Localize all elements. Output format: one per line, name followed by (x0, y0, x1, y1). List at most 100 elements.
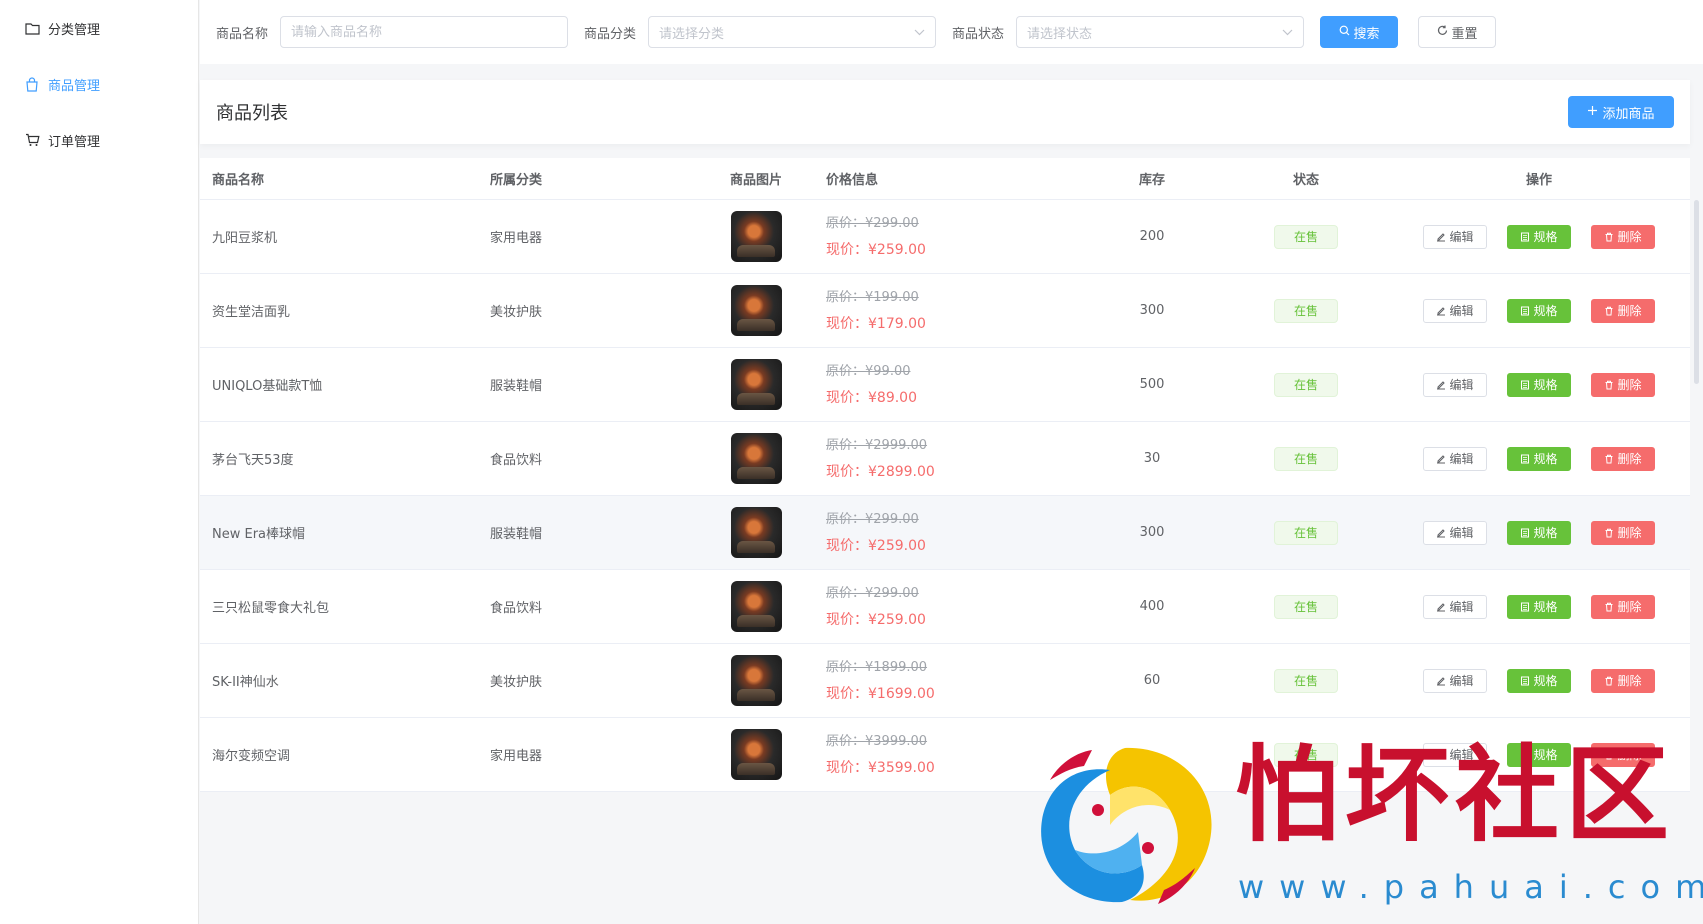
table-scrollbar[interactable] (1694, 200, 1699, 384)
delete-button[interactable]: 删除 (1591, 372, 1655, 397)
product-stock: 300 (1139, 525, 1165, 540)
product-thumbnail[interactable] (730, 359, 782, 410)
table-row[interactable]: 茅台飞天53度 食品饮料 原价：¥2999.00 现价：¥2899.00 30 … (200, 422, 1690, 496)
product-image-cell (698, 729, 814, 780)
edit-button[interactable]: 编辑 (1423, 298, 1487, 323)
sidebar: 分类管理 商品管理 订单管理 (0, 0, 199, 924)
product-category: 食品饮料 (490, 453, 543, 468)
watermark-url: www.pahuai.com (1238, 868, 1703, 906)
edit-icon (1436, 676, 1446, 686)
sidebar-item-label: 分类管理 (48, 22, 101, 38)
product-thumbnail[interactable] (730, 581, 782, 632)
product-name: 海尔变频空调 (212, 749, 291, 764)
sidebar-item-product[interactable]: 商品管理 (0, 56, 198, 112)
product-name: 三只松鼠零食大礼包 (212, 601, 330, 616)
delete-button[interactable]: 删除 (1591, 298, 1655, 323)
bag-icon (24, 76, 40, 92)
edit-button[interactable]: 编辑 (1423, 446, 1487, 471)
header-ops: 操作 (1525, 173, 1552, 188)
product-thumbnail[interactable] (730, 211, 782, 262)
product-category: 家用电器 (490, 749, 543, 764)
current-price: 现价：¥89.00 (826, 389, 917, 406)
product-thumbnail[interactable] (730, 285, 782, 336)
status-badge: 在售 (1274, 446, 1338, 471)
table-row[interactable]: New Era棒球帽 服装鞋帽 原价：¥299.00 现价：¥259.00 30… (200, 496, 1690, 570)
reset-button-label: 重置 (1451, 26, 1478, 42)
spec-button-label: 规格 (1533, 452, 1558, 466)
spec-button[interactable]: 规格 (1507, 298, 1571, 323)
name-filter-input[interactable] (291, 24, 558, 40)
product-thumbnail[interactable] (730, 729, 782, 780)
status-cell: 在售 (1224, 372, 1388, 397)
delete-button[interactable]: 删除 (1591, 446, 1655, 471)
product-thumbnail[interactable] (730, 507, 782, 558)
watermark-logo (1030, 740, 1220, 914)
delete-button[interactable]: 删除 (1591, 520, 1655, 545)
list-header: 商品列表 添加商品 (200, 80, 1690, 144)
product-category: 家用电器 (490, 231, 543, 246)
table-row[interactable]: 九阳豆浆机 家用电器 原价：¥299.00 现价：¥259.00 200 在售 … (200, 200, 1690, 274)
spec-button[interactable]: 规格 (1507, 668, 1571, 693)
search-button-label: 搜索 (1353, 26, 1380, 42)
spec-button[interactable]: 规格 (1507, 446, 1571, 471)
delete-button[interactable]: 删除 (1591, 224, 1655, 249)
spec-button[interactable]: 规格 (1507, 594, 1571, 619)
row-actions: 编辑 规格 删除 (1388, 224, 1690, 249)
spec-icon (1520, 676, 1530, 686)
spec-button[interactable]: 规格 (1507, 372, 1571, 397)
spec-button[interactable]: 规格 (1507, 224, 1571, 249)
category-select[interactable]: 请选择分类 (648, 16, 937, 48)
reset-button[interactable]: 重置 (1418, 16, 1497, 48)
sidebar-item-order[interactable]: 订单管理 (0, 112, 198, 168)
edit-button-label: 编辑 (1449, 674, 1474, 688)
product-category: 美妆护肤 (490, 675, 543, 690)
product-thumbnail[interactable] (730, 655, 782, 706)
search-button[interactable]: 搜索 (1320, 16, 1399, 48)
price-info: 原价：¥299.00 现价：¥259.00 (814, 211, 1080, 263)
status-badge: 在售 (1274, 224, 1338, 249)
add-product-button[interactable]: 添加商品 (1568, 96, 1674, 128)
spec-button-label: 规格 (1533, 600, 1558, 614)
status-filter-label: 商品状态 (952, 26, 1005, 42)
edit-button-label: 编辑 (1449, 600, 1474, 614)
current-price: 现价：¥259.00 (826, 611, 926, 628)
delete-button[interactable]: 删除 (1591, 594, 1655, 619)
status-select[interactable]: 请选择状态 (1016, 16, 1305, 48)
delete-button[interactable]: 删除 (1591, 668, 1655, 693)
trash-icon (1604, 306, 1614, 316)
product-name: New Era棒球帽 (212, 527, 306, 542)
chevron-down-icon (1282, 25, 1293, 40)
product-category: 食品饮料 (490, 601, 543, 616)
price-info: 原价：¥2999.00 现价：¥2899.00 (814, 433, 1080, 485)
search-icon (1339, 25, 1350, 40)
product-image-cell (698, 581, 814, 632)
edit-button[interactable]: 编辑 (1423, 668, 1487, 693)
trash-icon (1604, 232, 1614, 242)
spec-icon (1520, 602, 1530, 612)
spec-icon (1520, 454, 1530, 464)
trash-icon (1604, 380, 1614, 390)
spec-icon (1520, 306, 1530, 316)
edit-button[interactable]: 编辑 (1423, 224, 1487, 249)
current-price: 现价：¥259.00 (826, 537, 926, 554)
table-row[interactable]: 资生堂洁面乳 美妆护肤 原价：¥199.00 现价：¥179.00 300 在售… (200, 274, 1690, 348)
spec-button-label: 规格 (1533, 378, 1558, 392)
edit-button[interactable]: 编辑 (1423, 372, 1487, 397)
edit-button-label: 编辑 (1449, 452, 1474, 466)
table-row[interactable]: 三只松鼠零食大礼包 食品饮料 原价：¥299.00 现价：¥259.00 400… (200, 570, 1690, 644)
status-cell: 在售 (1224, 520, 1388, 545)
table-row[interactable]: UNIQLO基础款T恤 服装鞋帽 原价：¥99.00 现价：¥89.00 500… (200, 348, 1690, 422)
header-status: 状态 (1292, 173, 1319, 188)
product-category: 服装鞋帽 (490, 527, 543, 542)
table-row[interactable]: SK-II神仙水 美妆护肤 原价：¥1899.00 现价：¥1699.00 60… (200, 644, 1690, 718)
edit-button[interactable]: 编辑 (1423, 520, 1487, 545)
edit-button[interactable]: 编辑 (1423, 594, 1487, 619)
sidebar-item-category[interactable]: 分类管理 (0, 0, 198, 56)
status-select-placeholder: 请选择状态 (1027, 26, 1093, 42)
product-name: 九阳豆浆机 (212, 231, 278, 246)
product-thumbnail[interactable] (730, 433, 782, 484)
price-info: 原价：¥99.00 现价：¥89.00 (814, 359, 1080, 411)
product-stock: 500 (1139, 377, 1165, 392)
spec-button-label: 规格 (1533, 304, 1558, 318)
spec-button[interactable]: 规格 (1507, 520, 1571, 545)
